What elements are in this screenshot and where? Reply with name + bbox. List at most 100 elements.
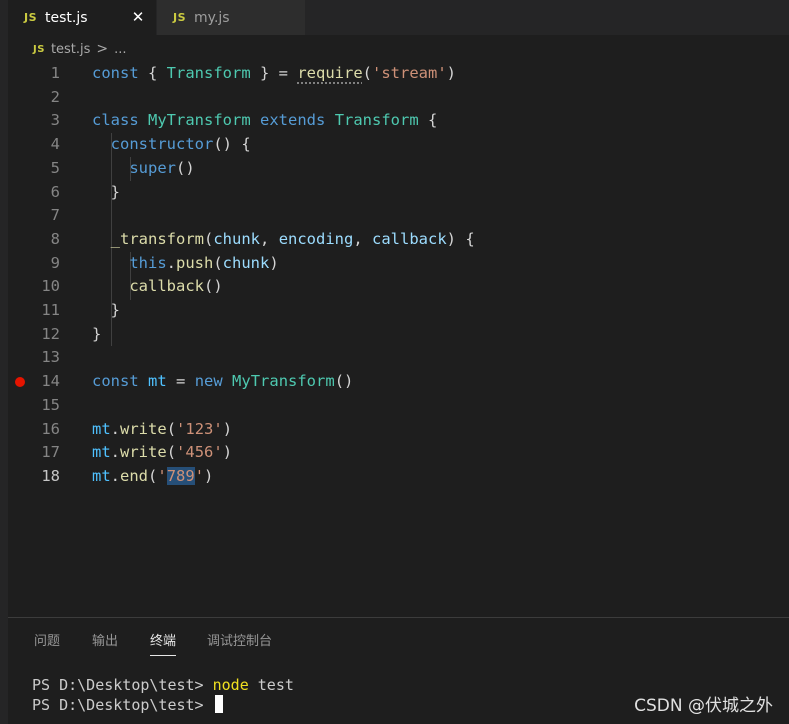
code-line[interactable]: 13 bbox=[8, 346, 789, 370]
code-token: chunk bbox=[213, 229, 261, 248]
code-text: } bbox=[92, 323, 101, 347]
code-line[interactable]: 6 } bbox=[8, 181, 789, 205]
code-token: Transform bbox=[334, 111, 419, 130]
line-number: 10 bbox=[41, 277, 60, 296]
terminal-line[interactable]: PS D:\Desktop\test> node test bbox=[32, 675, 294, 695]
code-token: '123' bbox=[176, 419, 223, 438]
terminal-prompt: PS D:\Desktop\test> bbox=[32, 676, 213, 694]
code-line[interactable]: 18 mt.end('789') bbox=[8, 465, 789, 489]
code-token: push bbox=[176, 253, 214, 272]
code-line[interactable]: 7 bbox=[8, 204, 789, 228]
line-number: 15 bbox=[41, 395, 60, 414]
code-token: mt bbox=[148, 372, 167, 391]
code-line[interactable]: 8 _transform(chunk, encoding, callback) … bbox=[8, 228, 789, 252]
breadcrumb-file[interactable]: test.js bbox=[51, 42, 90, 57]
code-token: mt bbox=[92, 466, 111, 485]
code-token: require bbox=[297, 64, 363, 82]
activity-bar-edge bbox=[0, 0, 8, 724]
code-line[interactable]: 12} bbox=[8, 323, 789, 347]
tab-test-js[interactable]: JS test.js ✕ bbox=[8, 0, 156, 35]
code-line[interactable]: 16 mt.write('123') bbox=[8, 418, 789, 442]
watermark: CSDN @伏城之外 bbox=[634, 696, 773, 716]
line-number: 6 bbox=[50, 182, 60, 201]
code-text: constructor() { bbox=[92, 133, 251, 157]
code-line[interactable]: 9 this.push(chunk) bbox=[8, 252, 789, 276]
code-token: '456' bbox=[176, 443, 223, 462]
line-number: 16 bbox=[41, 419, 60, 438]
code-line[interactable]: 1 const { Transform } = require('stream') bbox=[8, 62, 789, 86]
code-token: const bbox=[92, 372, 139, 391]
line-number: 12 bbox=[41, 324, 60, 343]
code-token: ) bbox=[222, 419, 233, 438]
code-line[interactable]: 10 callback() bbox=[8, 275, 789, 299]
code-line[interactable]: 2 bbox=[8, 86, 789, 110]
code-text: const { Transform } = require('stream') bbox=[92, 62, 456, 86]
tab-label: my.js bbox=[194, 9, 230, 26]
code-line[interactable]: 11 } bbox=[8, 299, 789, 323]
code-token: 'stream' bbox=[372, 64, 447, 82]
code-token: this bbox=[129, 253, 167, 272]
code-token: ( bbox=[166, 419, 177, 438]
terminal-line[interactable]: PS D:\Desktop\test> bbox=[32, 695, 223, 715]
breadcrumb-rest[interactable]: ... bbox=[114, 42, 126, 57]
code-token: new bbox=[194, 372, 223, 391]
code-token: ( bbox=[148, 466, 158, 485]
code-line[interactable]: 17 mt.write('456') bbox=[8, 441, 789, 465]
line-number: 1 bbox=[50, 64, 60, 82]
line-number: 17 bbox=[41, 443, 60, 462]
code-token: callback bbox=[372, 229, 447, 248]
code-token: } bbox=[92, 182, 120, 201]
code-token: ( bbox=[204, 229, 214, 248]
close-icon[interactable]: ✕ bbox=[128, 7, 148, 27]
tab-label: test.js bbox=[45, 9, 88, 26]
code-token: ( bbox=[166, 443, 177, 462]
code-line[interactable]: 5 super() bbox=[8, 157, 789, 181]
code-token: ) bbox=[269, 253, 279, 272]
code-token: () bbox=[334, 372, 354, 391]
code-token: constructor bbox=[110, 135, 214, 154]
panel-tab-output[interactable]: 输出 bbox=[92, 630, 118, 656]
code-line[interactable]: 3 class MyTransform extends Transform { bbox=[8, 109, 789, 133]
terminal-args: test bbox=[248, 676, 294, 694]
code-token: ) bbox=[222, 443, 233, 462]
code-line[interactable]: 15 bbox=[8, 394, 789, 418]
panel-tab-terminal[interactable]: 终端 bbox=[150, 630, 177, 656]
code-token: { bbox=[138, 64, 167, 82]
line-number: 7 bbox=[50, 206, 60, 225]
code-token: end bbox=[120, 466, 149, 485]
editor-tab-bar: JS test.js ✕ JS my.js bbox=[8, 0, 789, 35]
code-token: Transform bbox=[166, 64, 251, 82]
code-token: ) bbox=[446, 64, 457, 82]
panel-tab-problems[interactable]: 问题 bbox=[34, 630, 60, 656]
javascript-file-icon: JS bbox=[24, 11, 38, 24]
code-editor[interactable]: 1 const { Transform } = require('stream')… bbox=[8, 62, 789, 617]
code-token: class bbox=[92, 111, 139, 130]
line-number: 11 bbox=[41, 301, 60, 319]
code-token: () { bbox=[213, 135, 251, 154]
terminal-prompt: PS D:\Desktop\test> bbox=[32, 696, 213, 714]
panel-tab-debug-console[interactable]: 调试控制台 bbox=[207, 630, 272, 656]
code-line[interactable]: 4 constructor() { bbox=[8, 133, 789, 157]
code-line[interactable]: 14 const mt = new MyTransform() bbox=[8, 370, 789, 394]
line-number: 8 bbox=[50, 229, 60, 248]
code-token: ) bbox=[204, 466, 214, 485]
code-token: ' bbox=[157, 466, 167, 485]
code-token: . bbox=[110, 466, 121, 485]
code-token: _transform bbox=[110, 229, 204, 248]
chevron-right-icon: > bbox=[96, 41, 109, 57]
line-number: 18 bbox=[41, 466, 60, 485]
tab-my-js[interactable]: JS my.js bbox=[157, 0, 305, 35]
code-text: mt.write('456') bbox=[92, 441, 232, 465]
line-number: 13 bbox=[41, 348, 60, 367]
code-text: _transform(chunk, encoding, callback) { bbox=[92, 228, 475, 252]
terminal-cursor bbox=[214, 695, 223, 713]
code-token: ' bbox=[194, 466, 205, 485]
